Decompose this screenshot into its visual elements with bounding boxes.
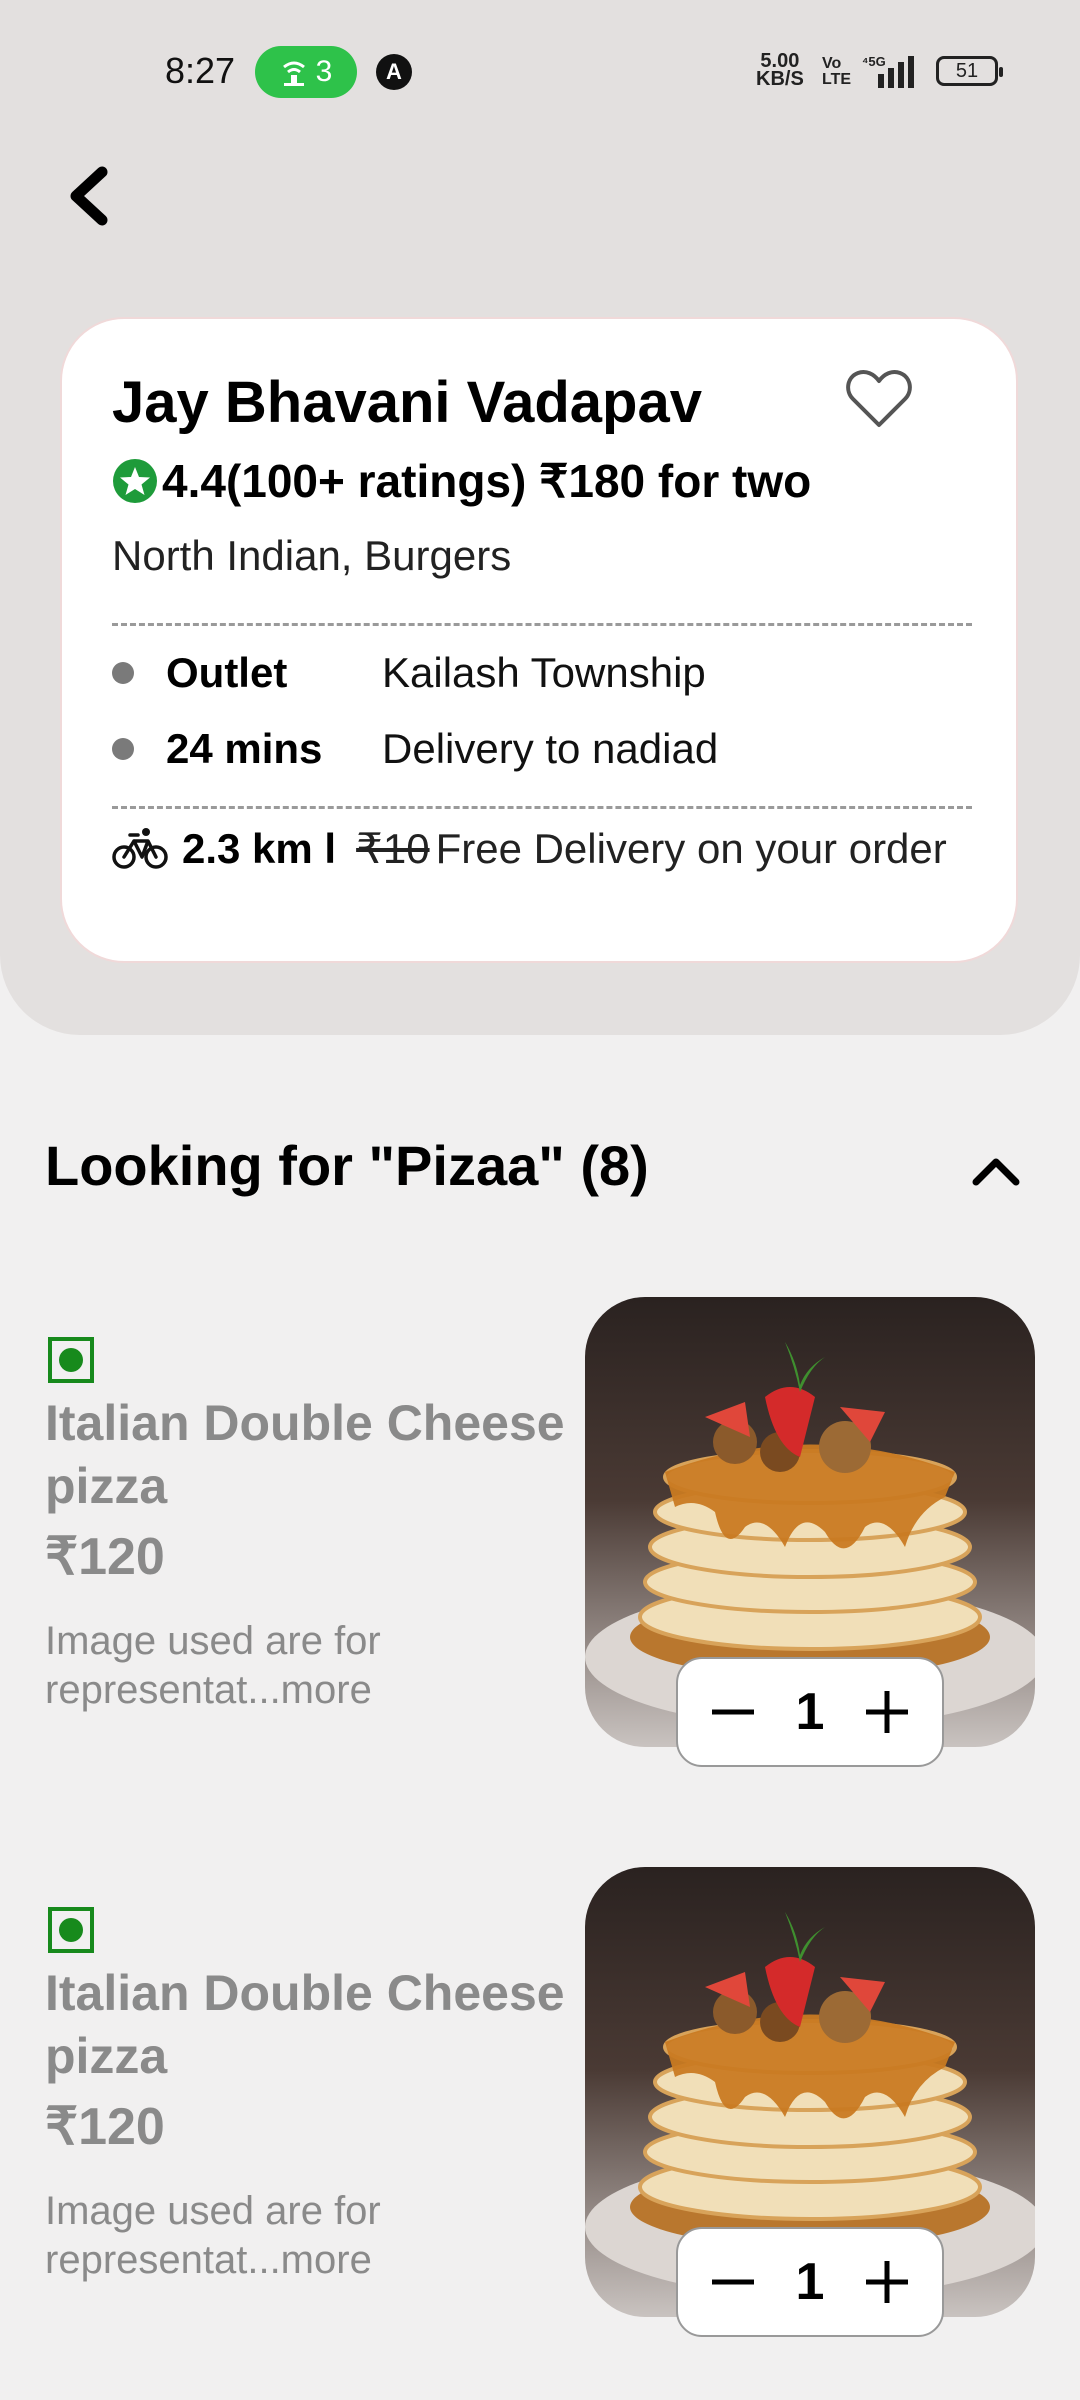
- hotspot-badge: 3: [255, 46, 357, 98]
- free-delivery-text: Free Delivery on your order: [435, 824, 947, 872]
- veg-indicator-icon: [48, 1337, 94, 1383]
- menu-item[interactable]: Italian Double Cheese pizza ₹120 Image u…: [0, 1867, 1080, 2337]
- veg-indicator-icon: [48, 1907, 94, 1953]
- favorite-heart-icon[interactable]: [844, 367, 914, 431]
- original-delivery-fee: ₹10: [356, 825, 430, 872]
- outlet-row: Outlet Kailash Township: [112, 649, 706, 697]
- rating-text: 4.4(100+ ratings) ₹180 for two: [162, 455, 812, 507]
- minus-icon[interactable]: [708, 1687, 758, 1737]
- menu-item[interactable]: Italian Double Cheese pizza ₹120 Image u…: [0, 1297, 1080, 1767]
- svg-text:⁴5G: ⁴5G: [862, 54, 886, 69]
- rating-row: 4.4(100+ ratings) ₹180 for two: [112, 454, 811, 508]
- outlet-label: Outlet: [166, 649, 288, 696]
- plus-icon[interactable]: [862, 1687, 912, 1737]
- search-results-title: Looking for "Pizaa" (8): [45, 1134, 649, 1197]
- app-notification-icon: A: [376, 54, 412, 90]
- item-description[interactable]: Image used are for representat...more: [45, 1617, 495, 1715]
- quantity-value: 1: [795, 1683, 825, 1741]
- cuisine-text: North Indian, Burgers: [112, 532, 512, 579]
- status-time: 8:27: [165, 50, 236, 91]
- dashed-divider: [112, 806, 972, 809]
- item-price: ₹120: [45, 2098, 165, 2156]
- plus-icon[interactable]: [862, 2257, 912, 2307]
- item-price: ₹120: [45, 1528, 165, 1586]
- volte-icon: Vo LTE: [822, 55, 852, 88]
- distance-text: 2.3 km l: [182, 824, 337, 872]
- outlet-value: Kailash Township: [382, 649, 706, 696]
- back-arrow-icon[interactable]: [60, 160, 120, 230]
- minus-icon[interactable]: [708, 2257, 758, 2307]
- bullet-dot: [112, 662, 134, 684]
- status-bar: 8:27 3 A 5.00 KB/S Vo LTE ⁴5G 51: [0, 0, 1080, 140]
- network-speed: 5.00 KB/S: [756, 50, 804, 90]
- signal-5g-icon: ⁴5G: [862, 54, 914, 88]
- chevron-up-icon[interactable]: [968, 1150, 1024, 1190]
- restaurant-info-card: Jay Bhavani Vadapav 4.4(100+ ratings) ₹1…: [60, 317, 1018, 963]
- item-description[interactable]: Image used are for representat...more: [45, 2187, 495, 2285]
- bullet-dot: [112, 738, 134, 760]
- restaurant-name: Jay Bhavani Vadapav: [112, 370, 702, 435]
- quantity-stepper[interactable]: 1: [676, 1657, 944, 1767]
- bicycle-icon: [112, 827, 168, 869]
- hotspot-icon: [282, 61, 305, 86]
- delivery-time-label: 24 mins: [166, 725, 323, 772]
- quantity-value: 1: [795, 2253, 825, 2311]
- hotspot-count: 3: [315, 55, 333, 88]
- delivery-location: Delivery to nadiad: [382, 725, 719, 772]
- dashed-divider: [112, 623, 972, 626]
- battery-icon: 51: [936, 56, 1003, 86]
- quantity-stepper[interactable]: 1: [676, 2227, 944, 2337]
- star-rating-icon: [113, 459, 157, 503]
- item-name: Italian Double Cheese pizza: [45, 1395, 565, 1514]
- delivery-fee-row: 2.3 km l ₹10 Free Delivery on your order: [112, 824, 947, 873]
- delivery-time-row: 24 mins Delivery to nadiad: [112, 725, 718, 773]
- item-name: Italian Double Cheese pizza: [45, 1965, 565, 2084]
